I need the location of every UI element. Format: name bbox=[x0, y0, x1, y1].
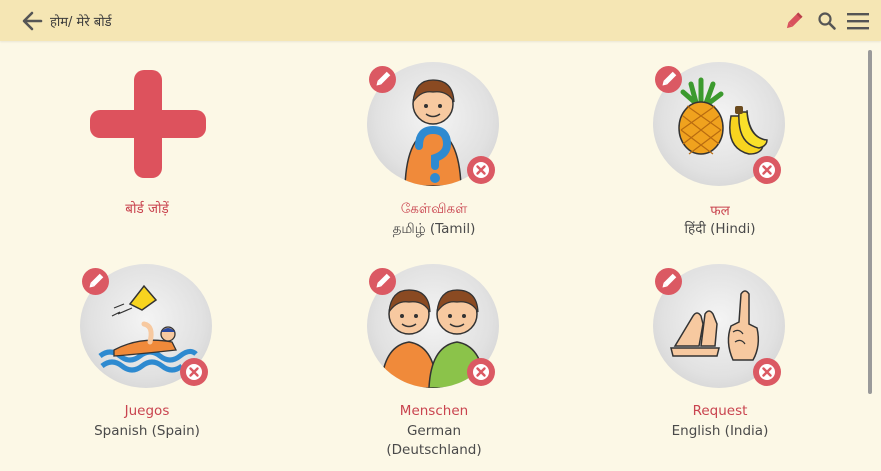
pencil-icon bbox=[376, 71, 391, 86]
board-tile[interactable]: Menschen German (Deutschland) bbox=[334, 264, 534, 464]
breadcrumb[interactable]: होम/ मेरे बोर्ड bbox=[50, 12, 112, 30]
delete-board-button[interactable] bbox=[467, 156, 495, 184]
board-name[interactable]: Menschen bbox=[334, 403, 534, 419]
add-board-tile[interactable]: बोर्ड जोड़ें bbox=[47, 60, 247, 230]
pencil-icon bbox=[376, 273, 391, 288]
board-name[interactable]: Request bbox=[620, 403, 820, 419]
board-tile[interactable]: கேள்விகள் தமிழ் (Tamil) bbox=[334, 62, 534, 242]
pencil-icon bbox=[89, 273, 104, 288]
edit-board-button[interactable] bbox=[369, 268, 396, 295]
add-board-label[interactable]: बोर्ड जोड़ें bbox=[47, 199, 247, 217]
edit-board-button[interactable] bbox=[655, 66, 682, 93]
board-language: हिंदी (Hindi) bbox=[684, 221, 756, 237]
edit-board-button[interactable] bbox=[82, 268, 109, 295]
menu-icon[interactable] bbox=[846, 10, 870, 32]
delete-board-button[interactable] bbox=[753, 156, 781, 184]
close-icon bbox=[186, 364, 202, 380]
board-name[interactable]: Juegos bbox=[47, 403, 247, 419]
board-language: English (India) bbox=[671, 423, 769, 439]
pencil-icon bbox=[662, 273, 677, 288]
plus-icon[interactable] bbox=[90, 70, 206, 178]
edit-board-button[interactable] bbox=[655, 268, 682, 295]
pencil-icon bbox=[662, 71, 677, 86]
close-icon bbox=[473, 364, 489, 380]
board-name[interactable]: फल bbox=[620, 201, 820, 219]
delete-board-button[interactable] bbox=[753, 358, 781, 386]
close-icon bbox=[473, 162, 489, 178]
board-language: தமிழ் (Tamil) bbox=[392, 221, 476, 237]
top-bar: होम/ मेरे बोर्ड bbox=[0, 0, 881, 41]
board-tile[interactable]: Request English (India) bbox=[620, 264, 820, 444]
edit-board-button[interactable] bbox=[369, 66, 396, 93]
close-icon bbox=[759, 364, 775, 380]
delete-board-button[interactable] bbox=[467, 358, 495, 386]
board-name[interactable]: கேள்விகள் bbox=[334, 201, 534, 219]
close-icon bbox=[759, 162, 775, 178]
board-language-region: (Deutschland) bbox=[386, 442, 482, 458]
pencil-icon[interactable] bbox=[783, 10, 805, 32]
scrollbar[interactable] bbox=[868, 50, 872, 394]
board-language: German bbox=[406, 423, 462, 439]
back-arrow-icon[interactable] bbox=[20, 9, 44, 33]
board-tile[interactable]: फल हिंदी (Hindi) bbox=[620, 62, 820, 242]
search-icon[interactable] bbox=[816, 10, 838, 32]
board-tile[interactable]: Juegos Spanish (Spain) bbox=[47, 264, 247, 444]
delete-board-button[interactable] bbox=[180, 358, 208, 386]
board-language: Spanish (Spain) bbox=[94, 423, 200, 439]
